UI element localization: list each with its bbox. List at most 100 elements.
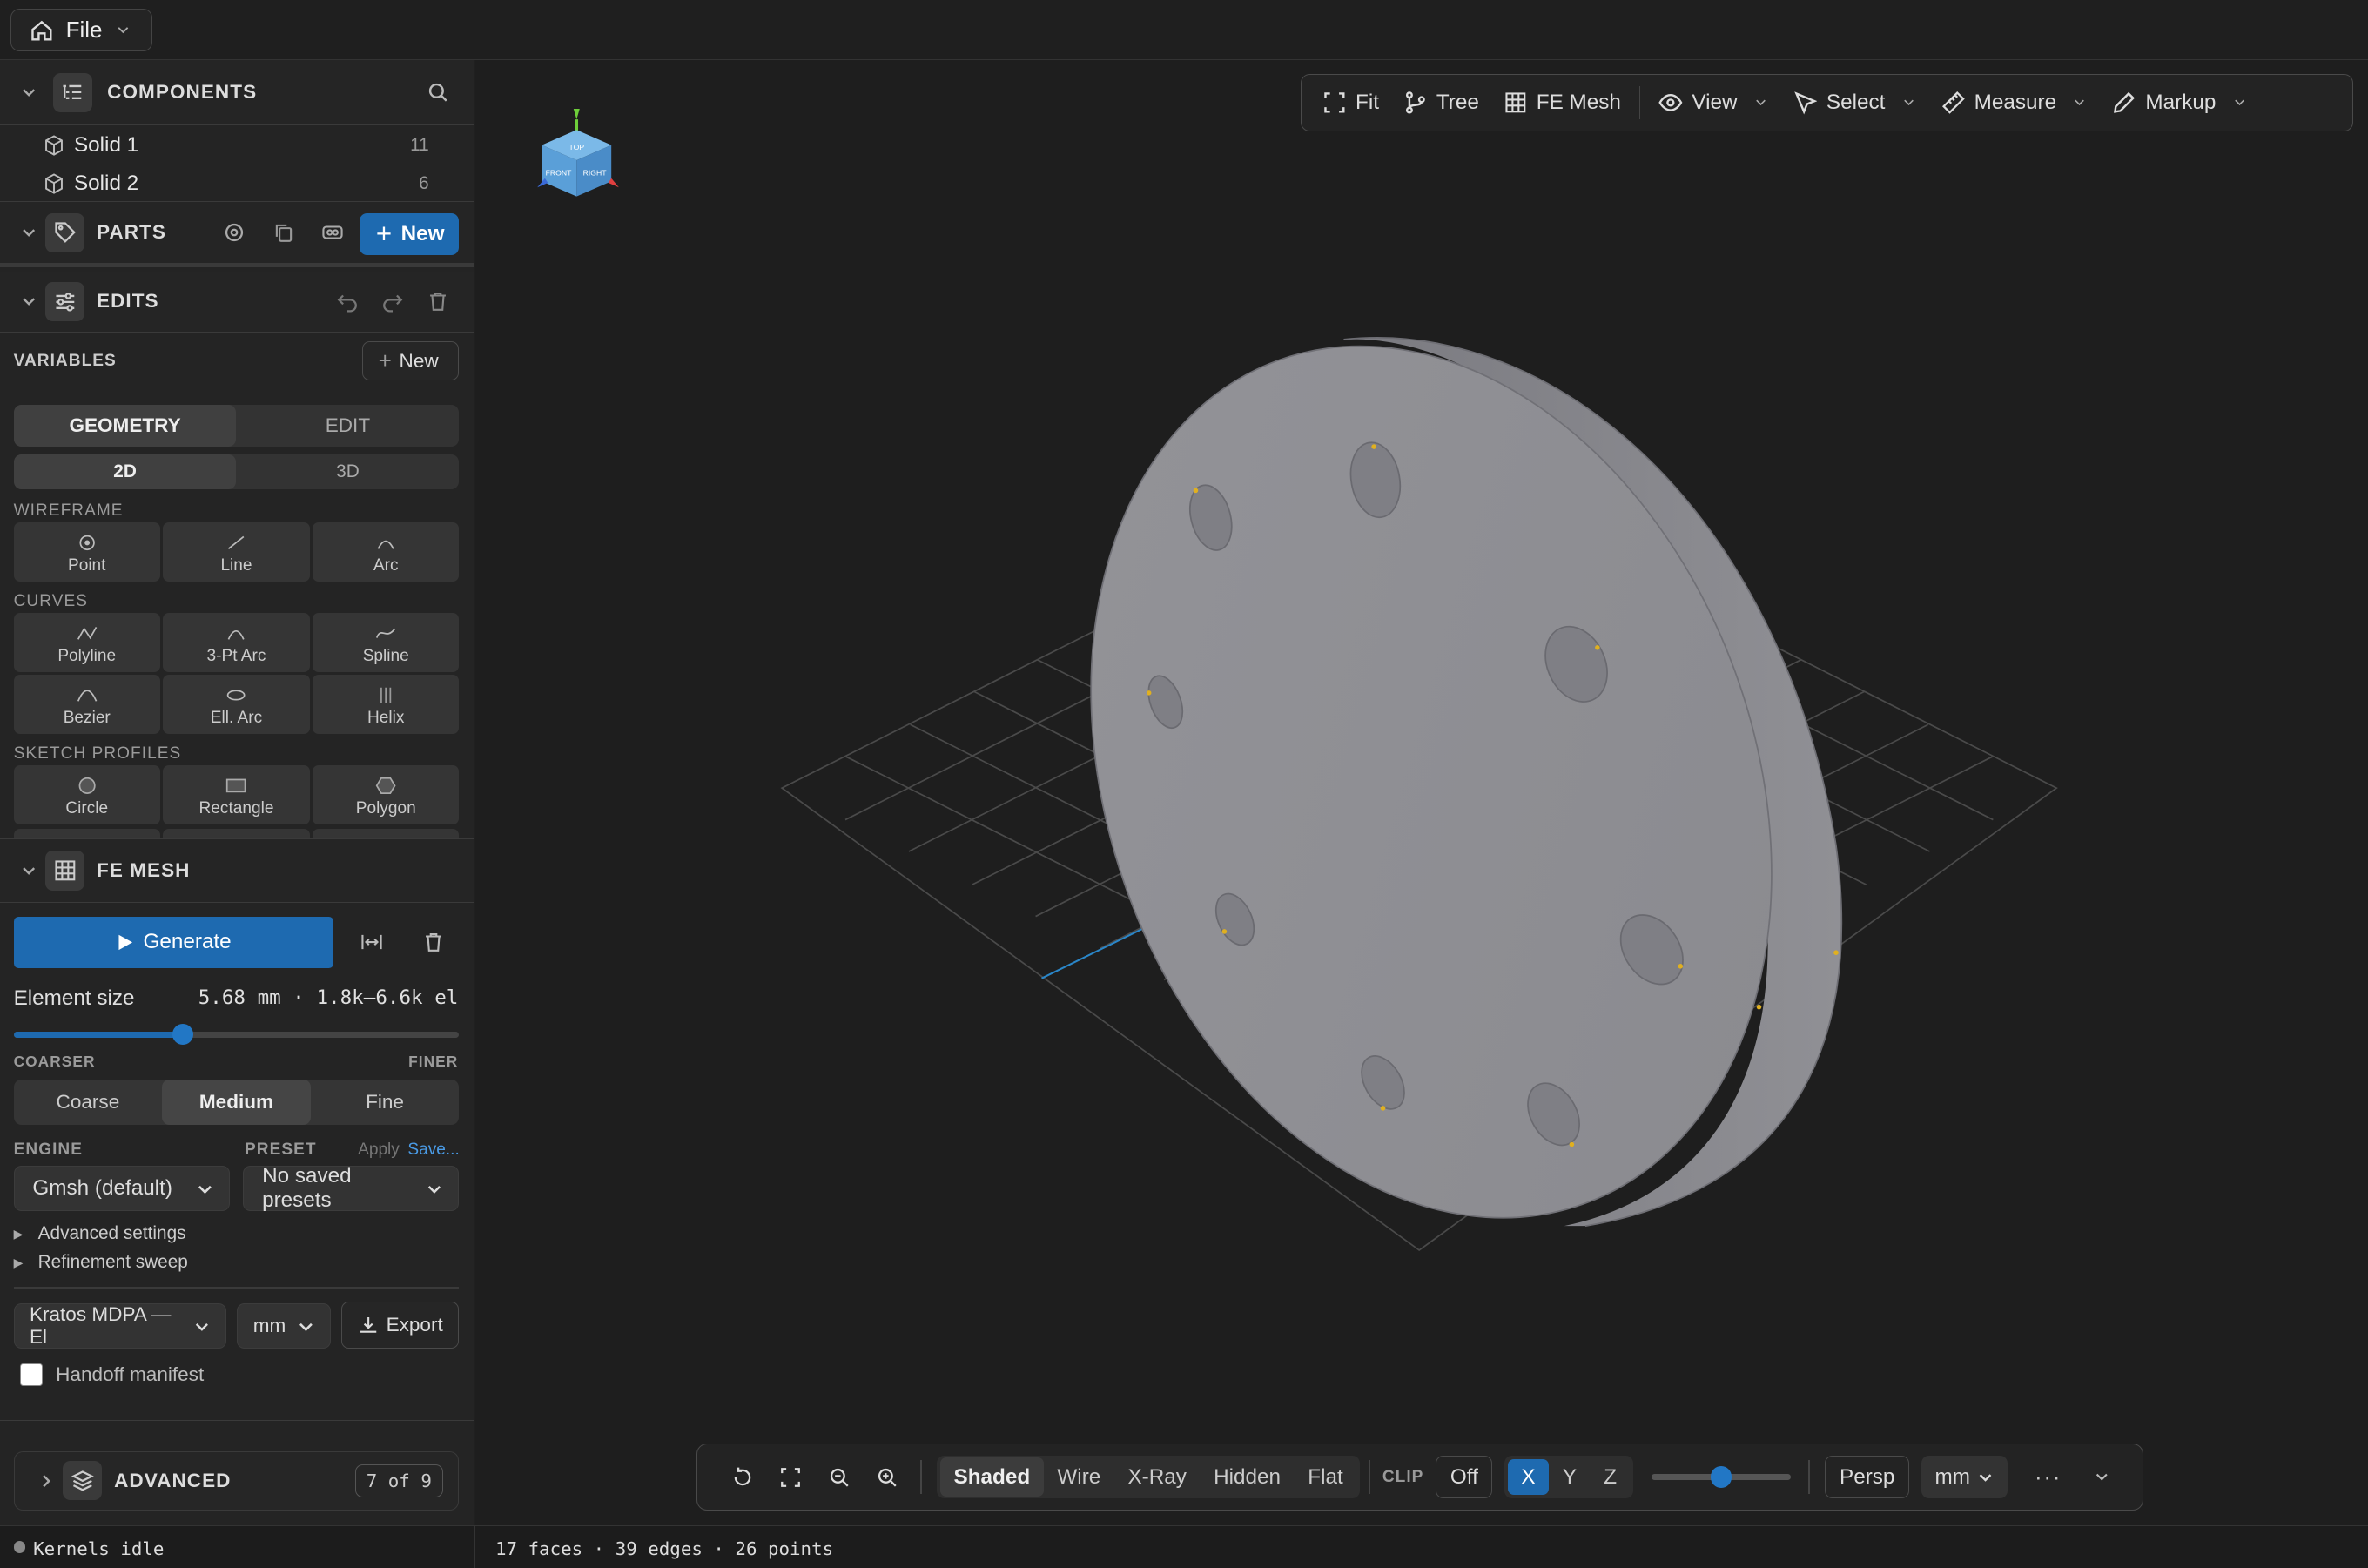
preset-select[interactable]: No saved presets bbox=[243, 1164, 460, 1213]
chevron-down-icon[interactable] bbox=[18, 222, 39, 243]
tab-2d[interactable]: 2D bbox=[13, 454, 237, 490]
mode-hidden[interactable]: Hidden bbox=[1201, 1457, 1295, 1497]
chevron-right-icon[interactable] bbox=[36, 1470, 57, 1491]
checkbox-box[interactable] bbox=[19, 1363, 43, 1387]
clip-axis-x[interactable]: X bbox=[1507, 1458, 1550, 1496]
trash-icon[interactable] bbox=[419, 927, 449, 958]
mode-wire[interactable]: Wire bbox=[1044, 1457, 1114, 1497]
select-menu-button[interactable]: Select bbox=[1781, 80, 1929, 125]
variables-row: VARIABLES + New bbox=[0, 333, 474, 394]
density-medium[interactable]: Medium bbox=[162, 1080, 311, 1126]
list-item[interactable]: Solid 1 11 bbox=[0, 127, 474, 165]
more-options-button[interactable]: ··· bbox=[2035, 1464, 2062, 1491]
fit-width-icon[interactable] bbox=[356, 927, 387, 958]
slider-thumb[interactable] bbox=[172, 1024, 194, 1046]
tool-rectangle[interactable]: Rectangle bbox=[163, 765, 310, 825]
engine-select[interactable]: Gmsh (default) bbox=[13, 1166, 230, 1212]
view-cube-top[interactable]: TOP bbox=[569, 143, 585, 151]
markup-menu-button[interactable]: Markup bbox=[2100, 80, 2259, 125]
rectangle-icon bbox=[226, 778, 246, 793]
caret-right-icon: ▶ bbox=[13, 1255, 24, 1269]
copy-icon[interactable] bbox=[269, 218, 299, 248]
clip-label: CLIP bbox=[1382, 1467, 1424, 1486]
tool-point[interactable]: Point bbox=[13, 522, 160, 582]
file-menu-label: File bbox=[65, 17, 103, 44]
apply-preset-link[interactable]: Apply bbox=[358, 1141, 400, 1160]
mode-shaded[interactable]: Shaded bbox=[939, 1457, 1044, 1497]
generate-button[interactable]: Generate bbox=[13, 916, 334, 968]
tool-3pt-arc[interactable]: 3-Pt Arc bbox=[163, 613, 310, 672]
fe-mesh-header[interactable]: FE MESH bbox=[0, 838, 474, 904]
advanced-settings-toggle[interactable]: ▶ Advanced settings bbox=[14, 1223, 186, 1244]
tool-line[interactable]: Line bbox=[163, 522, 310, 582]
zoom-out-icon[interactable] bbox=[824, 1462, 854, 1492]
dimension-tabs: 2D 3D bbox=[13, 454, 460, 490]
clip-position-slider[interactable] bbox=[1651, 1466, 1791, 1488]
export-button[interactable]: Export bbox=[341, 1302, 460, 1349]
parts-header[interactable]: PARTS + New bbox=[0, 202, 474, 267]
new-variable-button[interactable]: + New bbox=[362, 341, 460, 381]
edits-header[interactable]: EDITS bbox=[0, 272, 474, 333]
redo-icon[interactable] bbox=[378, 286, 408, 317]
fit-button[interactable]: Fit bbox=[1310, 80, 1391, 125]
file-menu-button[interactable]: File bbox=[10, 9, 153, 51]
reset-view-icon[interactable] bbox=[727, 1462, 757, 1492]
handoff-manifest-checkbox[interactable]: Handoff manifest bbox=[19, 1363, 204, 1387]
list-item[interactable]: Solid 2 6 bbox=[0, 165, 474, 202]
home-icon bbox=[31, 20, 52, 41]
tree-button[interactable]: Tree bbox=[1391, 80, 1491, 125]
tool-polygon[interactable]: Polygon bbox=[313, 765, 460, 825]
tool-circle[interactable]: Circle bbox=[13, 765, 160, 825]
fullscreen-icon[interactable] bbox=[776, 1462, 806, 1492]
components-header[interactable]: COMPONENTS bbox=[0, 60, 474, 125]
tool-arc[interactable]: Arc bbox=[313, 522, 460, 582]
density-coarse[interactable]: Coarse bbox=[14, 1080, 163, 1125]
element-size-label: Element size bbox=[13, 986, 135, 1010]
tool-ell-arc[interactable]: Ell. Arc bbox=[163, 675, 310, 735]
view-menu-button[interactable]: View bbox=[1646, 80, 1781, 125]
projection-toggle[interactable]: Persp bbox=[1825, 1456, 1910, 1498]
tool-bezier[interactable]: Bezier bbox=[13, 675, 160, 735]
mode-flat[interactable]: Flat bbox=[1295, 1457, 1357, 1497]
tool-polyline[interactable]: Polyline bbox=[13, 613, 160, 672]
slider-thumb[interactable] bbox=[1710, 1466, 1732, 1488]
tool-spline[interactable]: Spline bbox=[313, 613, 460, 672]
chevron-down-icon[interactable] bbox=[2092, 1467, 2112, 1487]
view-cube[interactable]: TOP FRONT RIGHT bbox=[533, 108, 623, 203]
chevron-down-icon[interactable] bbox=[18, 291, 39, 312]
chevron-down-icon[interactable] bbox=[18, 860, 39, 881]
trash-icon[interactable] bbox=[423, 286, 454, 317]
export-format-select[interactable]: Kratos MDPA — El bbox=[13, 1303, 227, 1349]
clip-off-button[interactable]: Off bbox=[1436, 1456, 1493, 1498]
zoom-in-icon[interactable] bbox=[872, 1462, 903, 1492]
target-icon[interactable] bbox=[219, 218, 250, 248]
element-size-slider[interactable] bbox=[13, 1024, 460, 1046]
clip-axis-z[interactable]: Z bbox=[1591, 1459, 1631, 1496]
y-axis-arrow bbox=[574, 108, 581, 120]
measure-menu-button[interactable]: Measure bbox=[1929, 80, 2101, 125]
link-icon[interactable] bbox=[317, 218, 347, 248]
export-unit-select[interactable]: mm bbox=[237, 1303, 331, 1349]
undo-icon[interactable] bbox=[333, 286, 363, 317]
3d-viewport[interactable]: TOP FRONT RIGHT bbox=[475, 60, 2368, 1526]
unit-select[interactable]: mm bbox=[1921, 1456, 2008, 1498]
refinement-sweep-toggle[interactable]: ▶ Refinement sweep bbox=[14, 1252, 188, 1273]
tool-helix[interactable]: Helix bbox=[313, 675, 460, 735]
preset-value: No saved presets bbox=[262, 1164, 352, 1213]
view-cube-front[interactable]: FRONT bbox=[546, 168, 573, 177]
tab-edit[interactable]: EDIT bbox=[236, 405, 459, 448]
tool-label: Helix bbox=[367, 709, 405, 728]
chevron-down-icon[interactable] bbox=[18, 82, 39, 103]
view-cube-right[interactable]: RIGHT bbox=[583, 168, 608, 177]
density-fine[interactable]: Fine bbox=[311, 1080, 460, 1125]
fe-mesh-button[interactable]: FE Mesh bbox=[1491, 80, 1633, 125]
new-part-button[interactable]: + New bbox=[359, 212, 460, 256]
save-preset-link[interactable]: Save... bbox=[407, 1141, 459, 1160]
mode-xray[interactable]: X-Ray bbox=[1114, 1457, 1201, 1497]
clip-axis-y[interactable]: Y bbox=[1549, 1459, 1590, 1496]
search-icon[interactable] bbox=[423, 77, 454, 108]
tab-geometry[interactable]: GEOMETRY bbox=[13, 404, 237, 448]
advanced-section[interactable]: ADVANCED 7 of 9 bbox=[13, 1451, 460, 1511]
scene[interactable] bbox=[475, 60, 2368, 1525]
tab-3d[interactable]: 3D bbox=[236, 454, 459, 489]
